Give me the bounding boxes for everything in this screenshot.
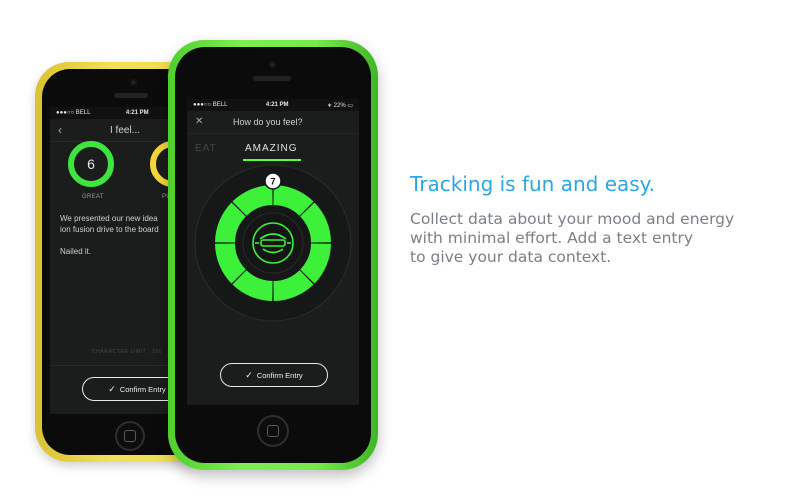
home-button[interactable] [115,421,145,451]
front-phone: ●●●○○ BELL 4:21 PM ∗ 22% ▭ ✕ How do you … [168,40,378,470]
mood-value: 6 [87,156,95,172]
speaker [253,76,291,81]
home-button[interactable] [257,415,289,447]
carrier-label: ●●●○○ BELL [193,102,228,108]
mood-dial[interactable]: 7 [193,163,353,323]
camera [130,79,137,86]
tab-active[interactable]: AMAZING [245,143,298,154]
check-icon: ✓ [245,369,253,380]
tab-underline [243,159,301,161]
battery-indicator: ∗ 22% ▭ [326,102,353,109]
camera [269,61,276,68]
tab-previous[interactable]: EAT [195,143,217,154]
status-bar: ●●●○○ BELL 4:21 PM ∗ 22% ▭ [187,99,359,111]
feature-description: Collect data about your mood and energy … [410,210,735,266]
front-phone-screen: ●●●○○ BELL 4:21 PM ∗ 22% ▭ ✕ How do you … [187,99,359,405]
mood-tabs: EAT AMAZING [187,134,359,161]
page-title: I feel... [110,125,141,136]
confirm-entry-button[interactable]: ✓ Confirm Entry [220,363,328,387]
clock: 4:21 PM [265,102,289,108]
speaker [114,93,148,98]
header: ✕ How do you feel? [187,111,359,134]
bluetooth-icon: ∗ [326,102,332,109]
chevron-left-icon[interactable]: ‹ [58,123,62,137]
feature-headline: Tracking is fun and easy. [410,172,656,196]
close-icon[interactable]: ✕ [195,116,203,127]
carrier-label: ●●●○○ BELL [56,110,91,116]
check-icon: ✓ [108,383,116,394]
clock: 4:21 PM [125,110,149,116]
page-title: How do you feel? [233,117,303,127]
character-limit: CHARACTER LIMIT : 250 [92,349,163,355]
entry-text-extra: Nailed it. [60,247,92,256]
mood-label-great: GREAT [82,194,104,200]
battery-icon: ▭ [347,102,353,109]
front-phone-bezel: ●●●○○ BELL 4:21 PM ∗ 22% ▭ ✕ How do you … [175,47,371,463]
dial-value: 7 [270,177,275,187]
